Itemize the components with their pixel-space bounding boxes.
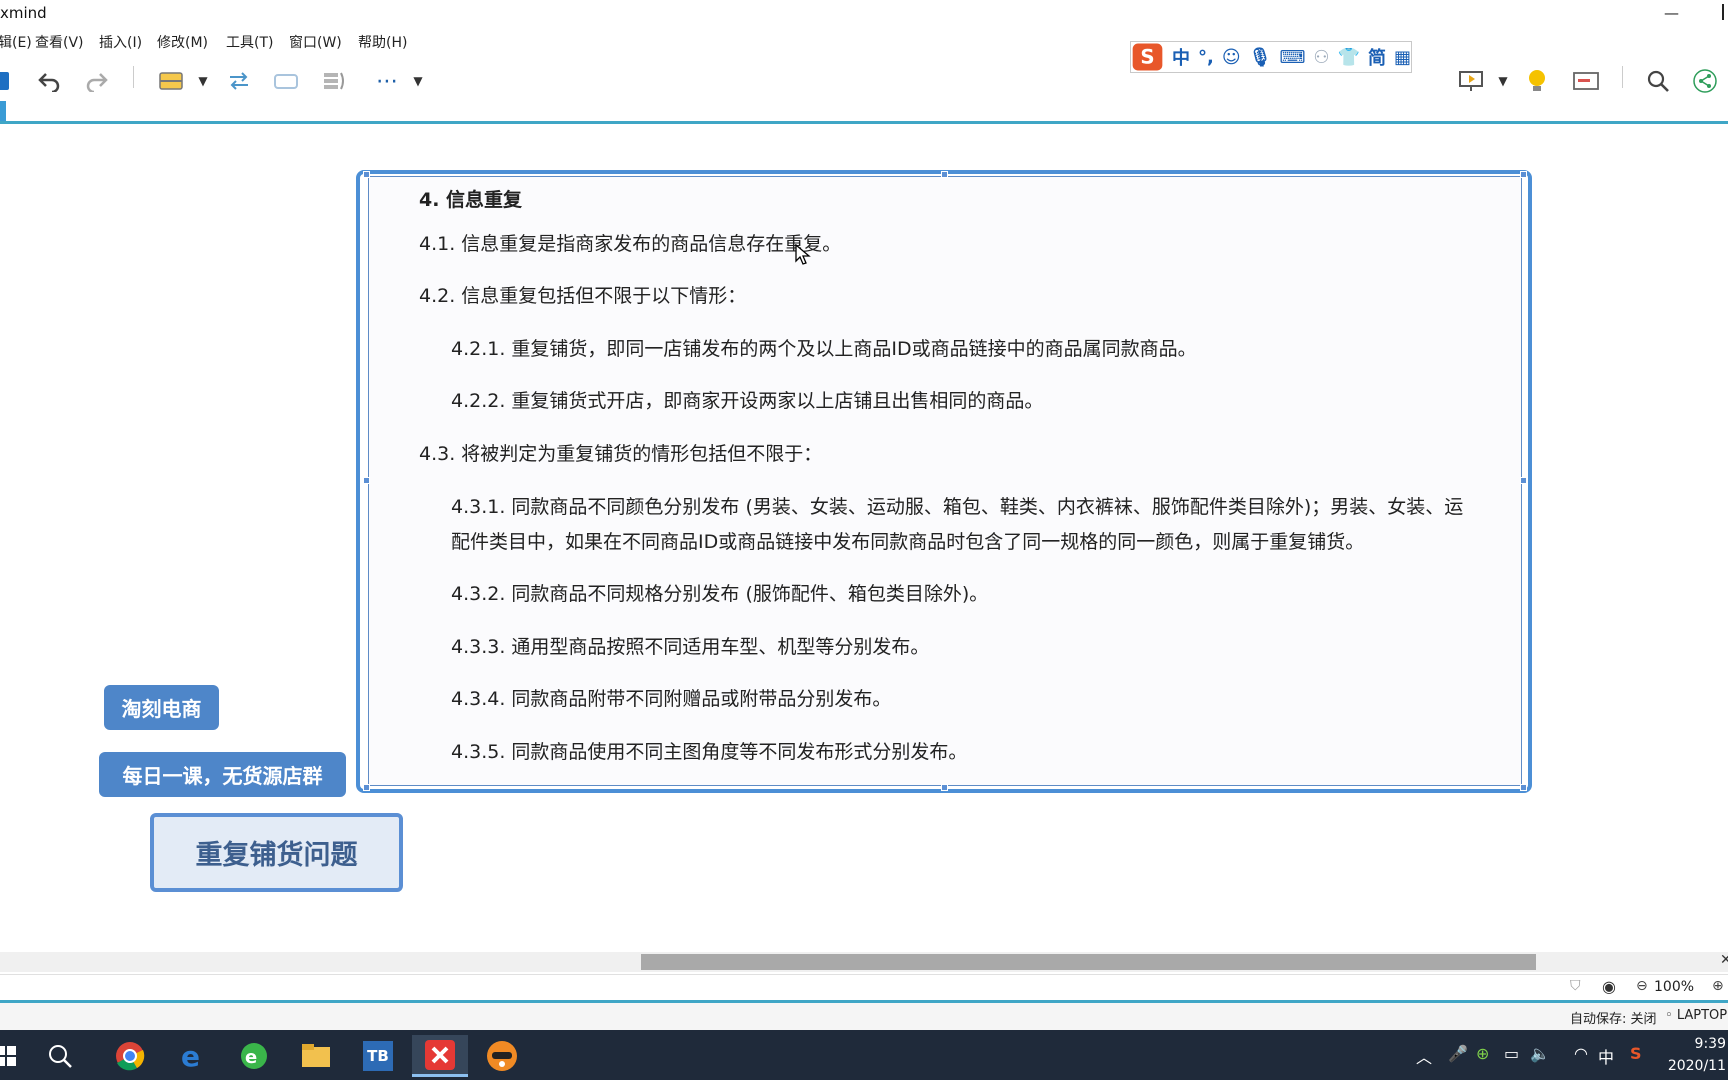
idea-bulb-icon[interactable] (1522, 66, 1552, 96)
taskbar-search-icon[interactable] (32, 1035, 88, 1077)
search-icon[interactable] (1642, 66, 1674, 96)
zoom-level[interactable]: 100% (1654, 979, 1694, 995)
mouse-cursor-icon (795, 243, 811, 270)
machine-name: ◦ LAPTOP (1665, 1008, 1728, 1023)
relationship-icon[interactable] (224, 66, 254, 96)
presentation-dropdown-icon[interactable]: ▼ (1496, 66, 1510, 96)
taskbar-clock[interactable]: 9:39 2020/11 (1660, 1033, 1726, 1077)
topic-style-dropdown-icon[interactable]: ▼ (196, 66, 210, 96)
tray-ime-indicator[interactable]: 中 (1598, 1044, 1614, 1068)
topic-style-icon[interactable] (156, 66, 186, 96)
xmind-icon[interactable] (412, 1035, 468, 1077)
menu-insert[interactable]: 插入(I) (99, 32, 142, 52)
clock-date: 2020/11 (1667, 1058, 1726, 1074)
zoom-out-icon[interactable]: ⊖ (1636, 978, 1648, 994)
doc-line: 4.2. 信息重复包括但不限于以下情形： (419, 285, 747, 307)
tray-battery-icon[interactable]: ▭ (1504, 1044, 1519, 1063)
toolbar-divider (1622, 66, 1623, 88)
doc-line: 4.3. 将被判定为重复铺货的情形包括但不限于： (419, 443, 823, 465)
save-icon[interactable] (0, 66, 14, 96)
menu-bar: 编辑(E) 查看(V) 插入(I) 修改(M) 工具(T) 窗口(W) 帮助(H… (0, 30, 1728, 54)
doc-line: 4.3.2. 同款商品不同规格分别发布 (服饰配件、箱包类目除外)。 (451, 583, 989, 605)
menu-edit[interactable]: 编辑(E) (0, 32, 32, 52)
autosave-status[interactable]: 自动保存: 关闭 (1570, 1008, 1657, 1027)
topic-taoke[interactable]: 淘刻电商 (104, 685, 219, 730)
minimize-button[interactable]: — (1664, 4, 1679, 22)
boundary-icon[interactable] (271, 66, 301, 96)
tray-volume-icon[interactable]: 🔈 (1530, 1044, 1550, 1063)
summary-icon[interactable] (320, 66, 350, 96)
menu-view[interactable]: 查看(V) (35, 32, 84, 52)
scrollbar-thumb[interactable] (641, 954, 1536, 970)
close-panel-icon[interactable]: ✕ (1720, 952, 1728, 968)
menu-tools[interactable]: 工具(T) (226, 32, 273, 52)
zoom-in-icon[interactable]: ⊕ (1712, 978, 1724, 994)
toolbar: ▼ ⋯ ▼ ▼ (0, 56, 1728, 108)
resize-handle-w[interactable] (363, 477, 370, 484)
zoom-bar: ⛉ ◉ ⊖ 100% ⊕ (0, 974, 1728, 1000)
doc-line: 4.3.4. 同款商品附带不同附赠品或附带品分别发布。 (451, 688, 892, 710)
resize-handle-n[interactable] (941, 171, 948, 178)
horizontal-scrollbar[interactable]: ✕ (0, 952, 1728, 972)
menu-modify[interactable]: 修改(M) (157, 32, 208, 52)
resize-handle-se[interactable] (1520, 784, 1527, 791)
presentation-icon[interactable] (1456, 66, 1486, 96)
share-icon[interactable] (1690, 66, 1720, 96)
image-topic[interactable]: 4. 信息重复 4.1. 信息重复是指商家发布的商品信息存在重复。 4.2. 信… (356, 170, 1532, 793)
menu-window[interactable]: 窗口(W) (289, 32, 342, 52)
doc-heading: 4. 信息重复 (419, 189, 523, 211)
tb-app-icon[interactable]: TB (350, 1035, 406, 1077)
title-bar: xmind — (0, 0, 1728, 28)
doc-line: 4.2.2. 重复铺货式开店，即商家开设两家以上店铺且出售相同的商品。 (451, 390, 1044, 412)
filter-icon[interactable]: ⛉ (1570, 978, 1581, 994)
tray-plus-icon[interactable]: ⊕ (1476, 1044, 1489, 1063)
start-icon[interactable] (0, 1035, 34, 1077)
doc-line: 4.2.1. 重复铺货，即同一店铺发布的两个及以上商品ID或商品链接中的商品属同… (451, 338, 1197, 360)
chrome-icon[interactable] (102, 1035, 158, 1077)
svg-text:e: e (245, 1047, 257, 1068)
tray-sogou-icon[interactable]: S (1630, 1044, 1642, 1063)
more-icon[interactable]: ⋯ (372, 66, 402, 96)
clock-time: 9:39 (1694, 1036, 1726, 1052)
doc-line: 4.3.5. 同款商品使用不同主图角度等不同发布形式分别发布。 (451, 741, 968, 763)
browser-360-icon[interactable]: e (226, 1035, 282, 1077)
maximize-button[interactable] (1722, 4, 1728, 20)
redo-icon[interactable] (82, 66, 112, 96)
resize-handle-s[interactable] (941, 784, 948, 791)
edge-icon[interactable]: e (164, 1035, 220, 1077)
toolbar-divider (133, 66, 134, 88)
app-mask-icon[interactable] (474, 1035, 530, 1077)
doc-line: 4.3.3. 通用型商品按照不同适用车型、机型等分别发布。 (451, 636, 930, 658)
more-dropdown-icon[interactable]: ▼ (411, 66, 425, 96)
doc-line: 配件类目中，如果在不同商品ID或商品链接中发布同款商品时包含了同一规格的同一颜色… (451, 531, 1365, 553)
doc-line: 4.1. 信息重复是指商家发布的商品信息存在重复。 (419, 233, 842, 255)
sheet-tab-indicator[interactable] (0, 101, 6, 121)
doc-line: 4.3.1. 同款商品不同颜色分别发布 (男装、女装、运动服、箱包、鞋类、内衣裤… (451, 496, 1464, 518)
resize-handle-e[interactable] (1520, 477, 1527, 484)
windows-taskbar: e e TB ︿ 🎤 ⊕ ▭ 🔈 ◠ 中 S 9:39 2020/11 (0, 1030, 1728, 1080)
status-bar: 自动保存: 关闭 ◦ LAPTOP (0, 1003, 1728, 1030)
tray-wifi-icon[interactable]: ◠ (1574, 1044, 1588, 1063)
window-title: xmind (0, 4, 47, 22)
resize-handle-nw[interactable] (363, 171, 370, 178)
undo-icon[interactable] (34, 66, 64, 96)
resize-handle-ne[interactable] (1520, 171, 1527, 178)
resize-handle-sw[interactable] (363, 784, 370, 791)
file-explorer-icon[interactable] (288, 1035, 344, 1077)
panel-toggle-icon[interactable] (1570, 66, 1602, 96)
tray-expand-icon[interactable]: ︿ (1416, 1044, 1432, 1068)
menu-help[interactable]: 帮助(H) (358, 32, 407, 52)
central-topic[interactable]: 重复铺货问题 (150, 813, 403, 892)
embedded-document-image: 4. 信息重复 4.1. 信息重复是指商家发布的商品信息存在重复。 4.2. 信… (368, 176, 1522, 786)
topic-daily-lesson[interactable]: 每日一课，无货源店群 (99, 752, 346, 797)
eye-icon[interactable]: ◉ (1602, 977, 1616, 996)
tray-mic-icon[interactable]: 🎤 (1448, 1044, 1468, 1063)
svg-text:e: e (181, 1041, 200, 1071)
